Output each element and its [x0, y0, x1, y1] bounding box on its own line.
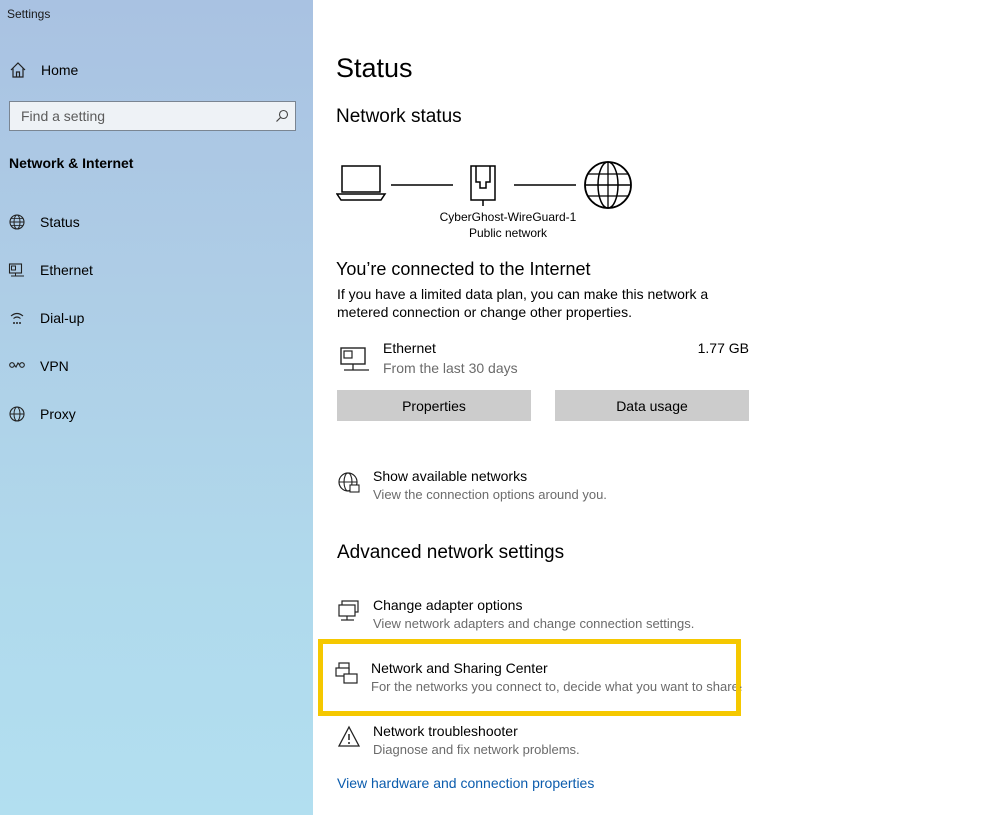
- page-title: Status: [336, 53, 413, 83]
- properties-button[interactable]: Properties: [337, 390, 531, 421]
- sharing-center-subtitle: For the networks you connect to, decide …: [371, 679, 743, 694]
- data-usage-button[interactable]: Data usage: [555, 390, 749, 421]
- sidebar-item-label: Dial-up: [40, 310, 85, 326]
- sharing-center-icon: [335, 662, 358, 684]
- sidebar-item-label: Proxy: [40, 406, 76, 422]
- search-icon[interactable]: [275, 109, 289, 123]
- sidebar-item-status[interactable]: Status: [0, 204, 313, 240]
- troubleshooter-subtitle: Diagnose and fix network problems.: [373, 742, 580, 757]
- sharing-center-title: Network and Sharing Center: [371, 660, 548, 676]
- internet-globe-icon: [584, 161, 632, 209]
- sidebar-item-vpn[interactable]: VPN: [0, 348, 313, 384]
- dialup-icon: [10, 312, 24, 324]
- adapter-icon: [338, 600, 359, 621]
- ethernet-data-usage: 1.77 GB: [697, 340, 749, 356]
- warning-icon: [337, 725, 361, 747]
- view-hardware-properties-link[interactable]: View hardware and connection properties: [337, 775, 594, 791]
- globe-network-icon: [338, 472, 360, 493]
- main-content: Status Network status CyberGhost-WireGua…: [313, 0, 992, 815]
- change-adapter-options-link[interactable]: Change adapter options View network adap…: [337, 597, 757, 637]
- network-sharing-center-link[interactable]: Network and Sharing Center For the netwo…: [335, 660, 755, 700]
- search-input[interactable]: [10, 102, 260, 130]
- connected-description: If you have a limited data plan, you can…: [337, 286, 709, 320]
- globe-icon: [9, 214, 25, 230]
- sidebar-item-label: Status: [40, 214, 80, 230]
- troubleshooter-title: Network troubleshooter: [373, 723, 518, 739]
- sidebar-item-proxy[interactable]: Proxy: [0, 396, 313, 432]
- home-nav-item[interactable]: Home: [0, 54, 313, 86]
- ethernet-name: Ethernet: [383, 340, 436, 356]
- ethernet-icon: [8, 263, 24, 277]
- sidebar: Settings Home Network & Internet Status: [0, 0, 313, 815]
- section-title: Network & Internet: [9, 155, 134, 171]
- show-networks-subtitle: View the connection options around you.: [373, 487, 607, 502]
- sidebar-item-dialup[interactable]: Dial-up: [0, 300, 313, 336]
- network-troubleshooter-link[interactable]: Network troubleshooter Diagnose and fix …: [337, 723, 757, 763]
- sidebar-item-label: Ethernet: [40, 262, 93, 278]
- app-title: Settings: [7, 7, 51, 21]
- trailing-period: .: [739, 676, 743, 691]
- search-box[interactable]: [9, 101, 296, 131]
- advanced-settings-heading: Advanced network settings: [337, 542, 565, 563]
- connected-heading: You’re connected to the Internet: [336, 259, 591, 279]
- network-diagram-graphic: [335, 161, 632, 209]
- ethernet-adapter-icon: [340, 347, 369, 371]
- network-name: CyberGhost-WireGuard-1: [439, 210, 577, 224]
- home-label: Home: [41, 62, 79, 78]
- show-available-networks-link[interactable]: Show available networks View the connect…: [337, 468, 757, 508]
- sidebar-item-ethernet[interactable]: Ethernet: [0, 252, 313, 288]
- laptop-icon: [335, 165, 387, 201]
- sidebar-item-label: VPN: [40, 358, 69, 374]
- ethernet-plug-icon: [470, 165, 496, 206]
- network-status-heading: Network status: [336, 106, 462, 127]
- adapter-options-subtitle: View network adapters and change connect…: [373, 616, 695, 631]
- show-networks-title: Show available networks: [373, 468, 528, 484]
- network-diagram: CyberGhost-WireGuard-1 Public network: [335, 158, 636, 248]
- ethernet-usage-row: Ethernet From the last 30 days 1.77 GB: [337, 340, 749, 380]
- proxy-globe-icon: [9, 406, 25, 422]
- home-icon: [10, 62, 26, 78]
- ethernet-period: From the last 30 days: [383, 360, 518, 376]
- network-type: Public network: [468, 226, 548, 240]
- adapter-options-title: Change adapter options: [373, 597, 523, 613]
- vpn-icon: [9, 362, 25, 368]
